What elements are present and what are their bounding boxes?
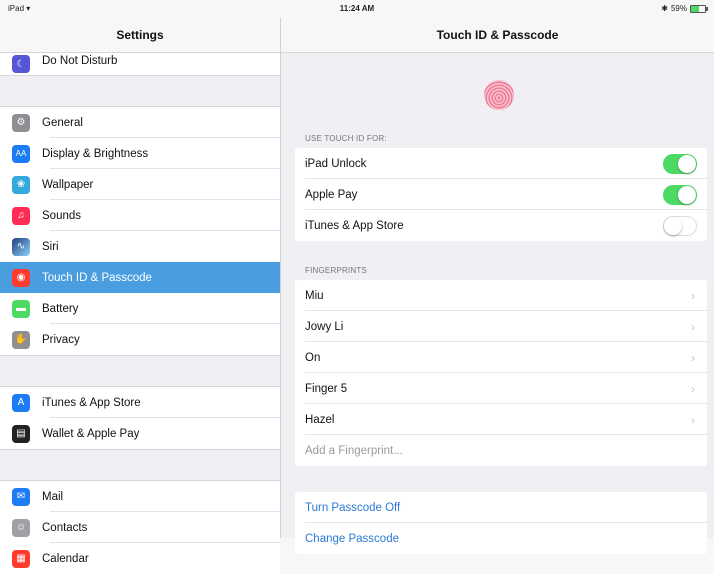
status-bar: iPad ▾ 11:24 AM ✱ 59% [0, 0, 714, 18]
flower-icon: ❀ [12, 175, 30, 194]
calendar-icon: ▦ [12, 549, 30, 568]
sidebar-item-itunes-app-store[interactable]: A iTunes & App Store [0, 387, 280, 418]
sidebar-item-label: Wallet & Apple Pay [42, 427, 140, 440]
mail-icon: ✉ [12, 487, 30, 506]
sidebar-item-label: Do Not Disturb [42, 55, 118, 67]
sidebar-item-label: Siri [42, 240, 59, 253]
touch-id-row-ipad-unlock: iPad Unlock [295, 148, 707, 179]
fingerprint-row[interactable]: Miu › [295, 280, 707, 311]
sidebar-item-general[interactable]: ⚙ General [0, 107, 280, 138]
apple-pay-toggle[interactable] [663, 185, 697, 205]
sidebar-group-4: ✉ Mail ☺ Contacts ▦ Calendar [0, 481, 280, 574]
fingerprint-row[interactable]: Jowy Li › [295, 311, 707, 342]
contacts-icon: ☺ [12, 518, 30, 537]
sidebar-item-label: Display & Brightness [42, 147, 149, 160]
sidebar-item-sounds[interactable]: ♫ Sounds [0, 200, 280, 231]
fingerprint-row[interactable]: On › [295, 342, 707, 373]
touch-id-row-itunes-app-store: iTunes & App Store [295, 210, 707, 241]
chevron-right-icon: › [691, 288, 695, 303]
row-label: Turn Passcode Off [305, 501, 401, 514]
gear-icon: ⚙ [12, 113, 30, 132]
hand-icon: ✋ [12, 330, 30, 349]
row-label: Miu [305, 289, 324, 302]
section-gap [0, 449, 280, 481]
battery-icon: ▬ [12, 299, 30, 318]
row-label: On [305, 351, 321, 364]
battery-status: ✱ 59% [661, 4, 708, 13]
sidebar-item-mail[interactable]: ✉ Mail [0, 481, 280, 512]
sidebar-group-2: ⚙ General AA Display & Brightness ❀ Wall… [0, 107, 280, 355]
fingerprints-section-label: FINGERPRINTS [305, 266, 367, 275]
sidebar-item-label: Wallpaper [42, 178, 94, 191]
sidebar-item-siri[interactable]: ∿ Siri [0, 231, 280, 262]
chevron-right-icon: › [691, 381, 695, 396]
sidebar-group-3: A iTunes & App Store ▤ Wallet & Apple Pa… [0, 387, 280, 449]
sidebar-item-display-brightness[interactable]: AA Display & Brightness [0, 138, 280, 169]
section-gap [0, 75, 280, 107]
battery-percent: 59% [670, 4, 687, 13]
fingerprint-row[interactable]: Finger 5 › [295, 373, 707, 404]
chevron-right-icon: › [691, 350, 695, 365]
sidebar-item-label: Calendar [42, 552, 89, 565]
row-label: Hazel [305, 413, 335, 426]
sidebar-item-label: Privacy [42, 333, 80, 346]
sidebar-item-label: iTunes & App Store [42, 396, 141, 409]
chevron-right-icon: › [691, 412, 695, 427]
moon-icon: ☾ [12, 55, 30, 73]
detail-pane: Touch ID & Passcode USE TOUCH ID FOR: iP… [281, 18, 714, 554]
row-label: Apple Pay [305, 188, 358, 201]
turn-passcode-off-button[interactable]: Turn Passcode Off [295, 492, 707, 523]
sidebar-item-label: Battery [42, 302, 79, 315]
sidebar-item-do-not-disturb[interactable]: ☾ Do Not Disturb [0, 53, 280, 75]
sidebar-item-label: Sounds [42, 209, 82, 222]
sidebar-item-label: Touch ID & Passcode [42, 271, 152, 284]
row-label: iTunes & App Store [305, 219, 404, 232]
wallet-icon: ▤ [12, 424, 30, 443]
sidebar-item-contacts[interactable]: ☺ Contacts [0, 512, 280, 543]
page-title: Touch ID & Passcode [281, 18, 714, 53]
fingerprint-row[interactable]: Hazel › [295, 404, 707, 435]
touch-id-section-label: USE TOUCH ID FOR: [305, 134, 387, 143]
passcode-card: Turn Passcode Off Change Passcode [295, 492, 707, 554]
clock: 11:24 AM [339, 4, 375, 13]
row-label: iPad Unlock [305, 157, 367, 170]
touch-id-card: iPad Unlock Apple Pay iTunes & App Store [295, 148, 707, 241]
add-fingerprint-button[interactable]: Add a Fingerprint... [295, 435, 707, 466]
speaker-icon: ♫ [12, 206, 30, 225]
sidebar-title: Settings [0, 18, 280, 53]
sidebar-item-label: General [42, 116, 83, 129]
sidebar-item-calendar[interactable]: ▦ Calendar [0, 543, 280, 574]
row-label: Add a Fingerprint... [305, 444, 403, 457]
sidebar: Settings ☾ Do Not Disturb ⚙ General AA D… [0, 18, 281, 574]
battery-icon [690, 4, 708, 13]
sidebar-group-1: ☾ Do Not Disturb [0, 53, 280, 75]
sidebar-item-touch-id-passcode[interactable]: ◉ Touch ID & Passcode [0, 262, 280, 293]
fingerprint-icon [484, 80, 514, 110]
section-gap [0, 355, 280, 387]
sidebar-item-label: Contacts [42, 521, 88, 534]
row-label: Finger 5 [305, 382, 348, 395]
row-label: Jowy Li [305, 320, 344, 333]
app-store-icon: A [12, 393, 30, 412]
sidebar-item-battery[interactable]: ▬ Battery [0, 293, 280, 324]
fingerprint-icon: ◉ [12, 268, 30, 287]
fingerprints-card: Miu › Jowy Li › On › Finger 5 › Hazel › Add a… [295, 280, 707, 466]
text-size-icon: AA [12, 144, 30, 163]
ipad-unlock-toggle[interactable] [663, 154, 697, 174]
itunes-app-store-toggle[interactable] [663, 216, 697, 236]
change-passcode-button[interactable]: Change Passcode [295, 523, 707, 554]
sidebar-item-wallpaper[interactable]: ❀ Wallpaper [0, 169, 280, 200]
touch-id-row-apple-pay: Apple Pay [295, 179, 707, 210]
chevron-right-icon: › [691, 319, 695, 334]
sidebar-item-wallet-apple-pay[interactable]: ▤ Wallet & Apple Pay [0, 418, 280, 449]
sidebar-item-privacy[interactable]: ✋ Privacy [0, 324, 280, 355]
siri-icon: ∿ [12, 237, 30, 256]
row-label: Change Passcode [305, 532, 399, 545]
bluetooth-icon: ✱ [661, 4, 668, 13]
sidebar-item-label: Mail [42, 490, 64, 503]
